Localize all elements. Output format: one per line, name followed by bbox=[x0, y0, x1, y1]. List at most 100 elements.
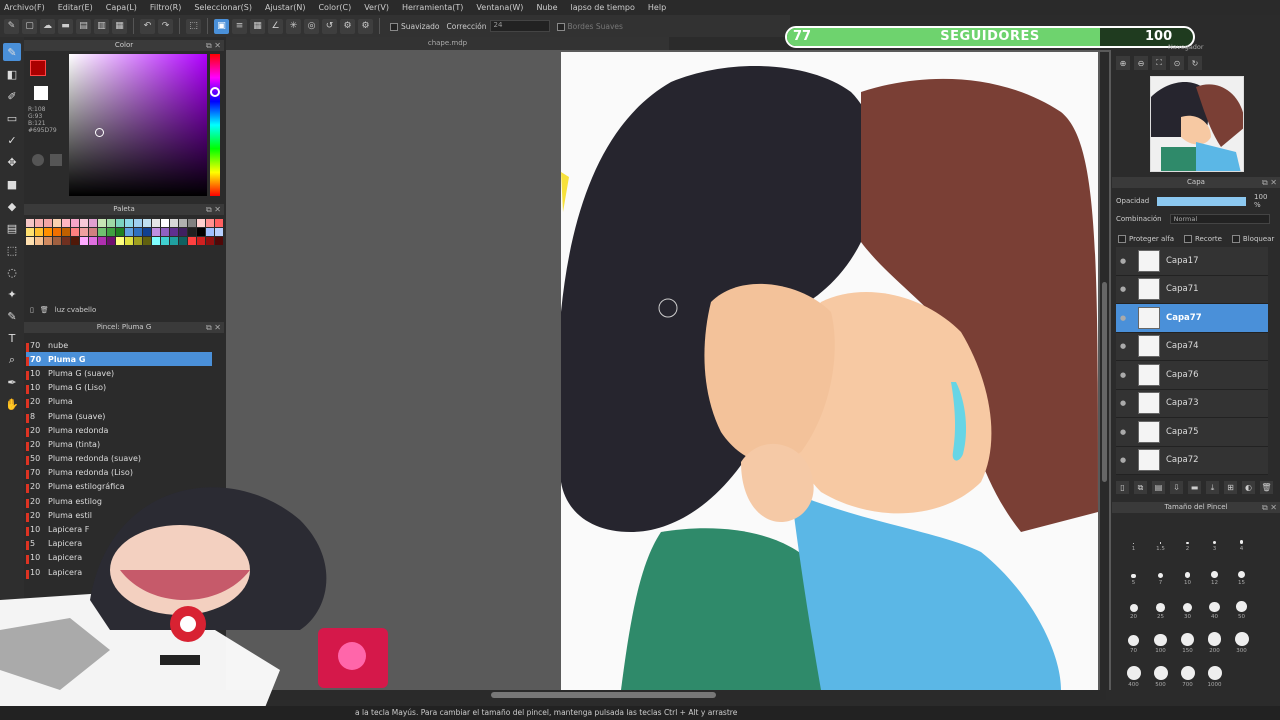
palette-swatch[interactable] bbox=[152, 228, 160, 236]
zoom-in-icon[interactable]: ⊕ bbox=[1116, 56, 1130, 70]
visibility-icon[interactable]: ● bbox=[1116, 399, 1130, 407]
palette-swatch[interactable] bbox=[107, 228, 115, 236]
brush-size-option[interactable]: 10 bbox=[1174, 556, 1201, 586]
brush-item[interactable]: 70 nube bbox=[26, 338, 212, 352]
brush-item[interactable]: 20 Pluma bbox=[26, 395, 212, 409]
menu-item[interactable]: Capa(L) bbox=[106, 3, 137, 12]
brush-item[interactable]: 8 Pluma (suave) bbox=[26, 409, 212, 423]
vertical-scrollbar[interactable] bbox=[1100, 52, 1109, 690]
sub-color-swatch[interactable] bbox=[34, 86, 48, 100]
layer-row[interactable]: ● Capa17 bbox=[1116, 247, 1268, 276]
menu-item[interactable]: Archivo(F) bbox=[4, 3, 45, 12]
merge-icon[interactable]: ⤓ bbox=[1206, 481, 1219, 494]
palette-swatch[interactable] bbox=[71, 219, 79, 227]
redo-icon[interactable]: ↷ bbox=[158, 18, 173, 34]
brush-item[interactable]: 5 Lapicera bbox=[26, 537, 212, 551]
palette-swatch[interactable] bbox=[98, 237, 106, 245]
palette-swatch[interactable] bbox=[80, 219, 88, 227]
palette-swatch[interactable] bbox=[188, 228, 196, 236]
brush-size-option[interactable]: 25 bbox=[1147, 590, 1174, 620]
brush-size-option[interactable]: 500 bbox=[1147, 658, 1174, 688]
snap-perspective-icon[interactable]: ∠ bbox=[268, 18, 283, 34]
snap-radial-icon[interactable]: ✳ bbox=[286, 18, 301, 34]
brush-size-option[interactable]: 400 bbox=[1120, 658, 1147, 688]
layer-row[interactable]: ● Capa73 bbox=[1116, 389, 1268, 418]
brush-size-option[interactable]: 150 bbox=[1174, 624, 1201, 654]
brush-size-option[interactable]: 12 bbox=[1201, 556, 1228, 586]
grid-icon[interactable]: ▦ bbox=[112, 18, 127, 34]
palette-swatch[interactable] bbox=[206, 219, 214, 227]
scroll-thumb[interactable] bbox=[1102, 282, 1107, 482]
main-color-swatch[interactable] bbox=[30, 60, 46, 76]
undo-icon[interactable]: ↶ bbox=[140, 18, 155, 34]
panel-controls-icon[interactable]: ⧉ ✕ bbox=[206, 322, 221, 333]
palette-swatch[interactable] bbox=[215, 228, 223, 236]
hue-slider[interactable] bbox=[210, 54, 220, 196]
arrow-icon[interactable]: ⇩ bbox=[1170, 481, 1183, 494]
brush-item[interactable]: 50 Pluma redonda (suave) bbox=[26, 452, 212, 466]
trash-icon[interactable]: 🗑 bbox=[40, 306, 49, 314]
artwork-canvas[interactable] bbox=[561, 52, 1098, 690]
soft-edges-checkbox[interactable]: Bordes Suaves bbox=[556, 22, 623, 31]
brush-item[interactable]: 10 Pluma G (Liso) bbox=[26, 381, 212, 395]
new-file-icon[interactable]: ▢ bbox=[22, 18, 37, 34]
palette-swatch[interactable] bbox=[71, 237, 79, 245]
palette-swatch[interactable] bbox=[80, 237, 88, 245]
bucket-icon[interactable]: ◆ bbox=[3, 197, 21, 215]
palette-swatch[interactable] bbox=[161, 219, 169, 227]
protect-alpha-checkbox[interactable]: Proteger alfa bbox=[1118, 235, 1174, 243]
palette-swatch[interactable] bbox=[134, 228, 142, 236]
palette-swatch[interactable] bbox=[161, 228, 169, 236]
panel-controls-icon[interactable]: ⧉ ✕ bbox=[1262, 502, 1277, 513]
menu-item[interactable]: Herramienta(T) bbox=[402, 3, 463, 12]
menu-item[interactable]: Color(C) bbox=[318, 3, 351, 12]
palette-swatch[interactable] bbox=[215, 219, 223, 227]
layer-row[interactable]: ● Capa72 bbox=[1116, 446, 1268, 475]
palette-swatch[interactable] bbox=[116, 219, 124, 227]
move-icon[interactable]: ✥ bbox=[3, 153, 21, 171]
palette-swatch[interactable] bbox=[143, 219, 151, 227]
brush-icon[interactable]: ✐ bbox=[3, 87, 21, 105]
selection-icon[interactable]: ⬚ bbox=[186, 18, 201, 34]
new-layer-icon[interactable]: ▯ bbox=[1116, 481, 1129, 494]
hand-icon[interactable]: ✋ bbox=[3, 395, 21, 413]
navigator-thumbnail[interactable] bbox=[1150, 76, 1244, 172]
palette-swatch[interactable] bbox=[80, 228, 88, 236]
brush-item[interactable]: 10 Lapicera F bbox=[26, 522, 212, 537]
visibility-icon[interactable]: ● bbox=[1116, 428, 1130, 436]
brush-size-option[interactable]: 4 bbox=[1228, 522, 1255, 552]
snap-off-icon[interactable]: ▣ bbox=[214, 18, 229, 34]
folder-icon[interactable]: ▬ bbox=[1188, 481, 1201, 494]
palette-swatch[interactable] bbox=[197, 228, 205, 236]
select-pen-icon[interactable]: ✎ bbox=[3, 307, 21, 325]
brush-item[interactable]: 20 Pluma (tinta) bbox=[26, 437, 212, 451]
palette-swatch[interactable] bbox=[71, 228, 79, 236]
brush-size-option[interactable]: 5 bbox=[1120, 556, 1147, 586]
menu-item[interactable]: Editar(E) bbox=[58, 3, 93, 12]
palette-swatch[interactable] bbox=[26, 228, 34, 236]
brush-size-option[interactable]: 2 bbox=[1174, 522, 1201, 552]
palette-swatch[interactable] bbox=[107, 237, 115, 245]
snap-parallel-icon[interactable]: ≡ bbox=[232, 18, 247, 34]
brush-size-option[interactable]: 1000 bbox=[1201, 658, 1228, 688]
palette-swatch[interactable] bbox=[152, 237, 160, 245]
brush-size-option[interactable]: 15 bbox=[1228, 556, 1255, 586]
palette-swatch[interactable] bbox=[215, 237, 223, 245]
save-icon[interactable]: ▤ bbox=[76, 18, 91, 34]
brush-size-option[interactable]: 40 bbox=[1201, 590, 1228, 620]
palette-swatch[interactable] bbox=[107, 219, 115, 227]
brush-size-option[interactable]: 3 bbox=[1201, 522, 1228, 552]
brush-item[interactable]: 20 Pluma estilográfica bbox=[26, 480, 212, 494]
snap-grid-icon[interactable]: ▦ bbox=[250, 18, 265, 34]
palette-swatch[interactable] bbox=[35, 228, 43, 236]
palette-swatch[interactable] bbox=[125, 237, 133, 245]
palette-swatch[interactable] bbox=[188, 219, 196, 227]
palette-swatch[interactable] bbox=[125, 219, 133, 227]
pen-icon[interactable]: ✎ bbox=[3, 43, 21, 61]
saturation-value-picker[interactable] bbox=[69, 54, 207, 196]
layer-row[interactable]: ● Capa77 bbox=[1116, 304, 1268, 333]
layer-row[interactable]: ● Capa76 bbox=[1116, 361, 1268, 390]
pen-tool-icon[interactable]: ✎ bbox=[4, 18, 19, 34]
brush-item[interactable]: 10 Lapicera bbox=[26, 565, 212, 579]
open-file-icon[interactable]: ▬ bbox=[58, 18, 73, 34]
